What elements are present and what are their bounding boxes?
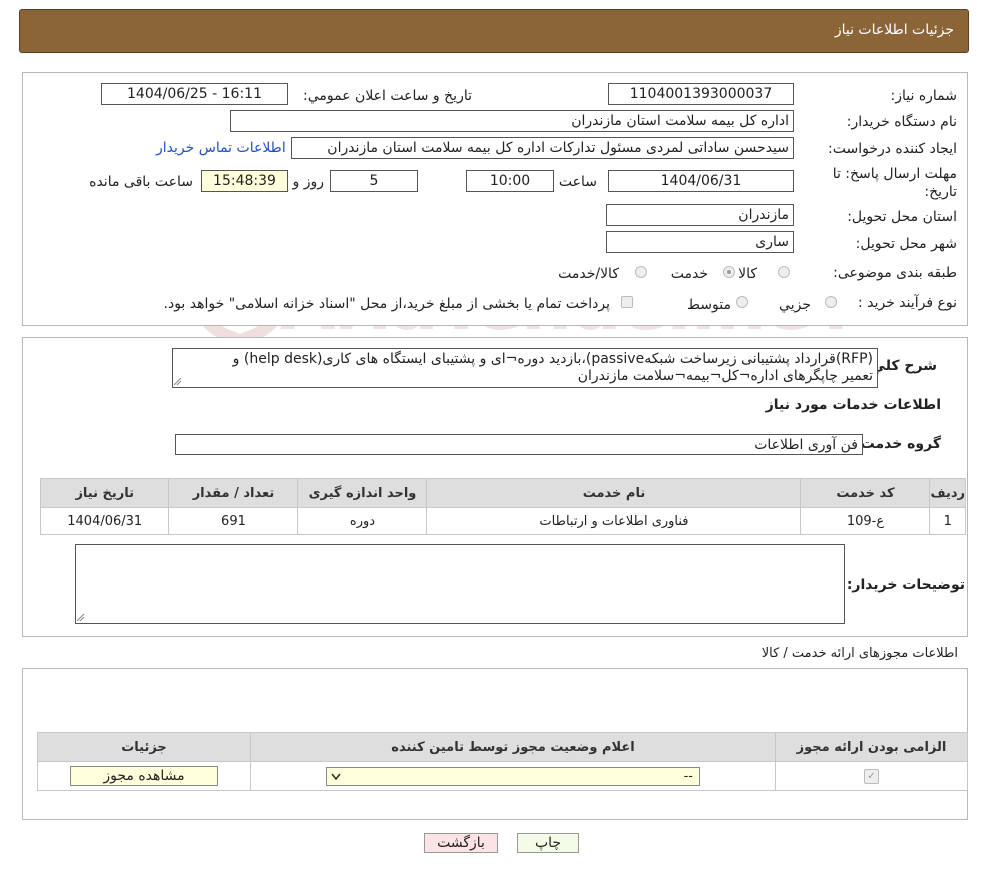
service-group-label: گروه خدمت: [855,436,941,452]
services-heading: اطلاعات خدمات مورد نیاز [765,397,941,413]
process-option-minor: جزيي [779,297,811,313]
buyer-contact-link[interactable]: اطلاعات تماس خريدار [156,140,286,156]
category-radio-goods-service[interactable] [635,266,647,278]
print-button[interactable]: چاپ [517,833,579,853]
service-group-field: فن آوری اطلاعات [175,434,863,455]
page-title: جزئیات اطلاعات نیاز [834,22,954,38]
table-row: ✓ -- مشاهده مجوز [37,761,968,791]
announce-datetime-field: 1404/06/25 - 16:11 [101,83,288,105]
category-label: طبقه بندی موضوعی: [833,265,957,281]
col-service-name: نام خدمت [426,478,802,508]
col-service-code: کد خدمت [800,478,931,508]
summary-textarea[interactable]: (RFP)قرارداد پشتیبانی زیرساخت شبکهpassiv… [172,348,878,388]
process-radio-minor[interactable] [825,296,837,308]
col-permit-required: الزامی بودن ارائه مجوز [775,732,968,762]
treasury-payment-note: پرداخت تمام یا بخشی از مبلغ خرید،از محل … [163,296,610,312]
permit-status-value: -- [683,768,693,784]
permit-required-checkbox[interactable]: ✓ [864,768,879,784]
view-permit-button[interactable]: مشاهده مجوز [70,766,218,786]
need-number-label: شماره نیاز: [890,88,958,104]
requester-field: سیدحسن ساداتی لمردی مسئول تدارکات اداره … [291,137,794,159]
permits-table: الزامی بودن ارائه مجوز اعلام وضعیت مجوز … [37,732,968,791]
category-option-goods: کالا [738,266,757,282]
deadline-date-field: 1404/06/31 [608,170,794,192]
col-permit-details: جزئیات [37,732,251,762]
general-info-panel: شماره نیاز: 1104001393000037 تاریخ و ساع… [22,72,968,326]
category-option-goods-service: کالا/خدمت [558,266,619,282]
cell-unit: دوره [297,507,428,535]
cell-row: 1 [929,507,966,535]
permits-table-header: الزامی بودن ارائه مجوز اعلام وضعیت مجوز … [37,732,968,762]
days-label: روز و [292,174,325,190]
category-radio-service[interactable] [723,266,735,278]
buyer-notes-textarea[interactable] [75,544,845,624]
col-quantity: تعداد / مقدار [168,478,299,508]
buyer-notes-label: توضیحات خریدار: [846,577,965,593]
province-label: استان محل تحویل: [847,209,957,225]
col-row: رديف [929,478,966,508]
buyer-org-field: اداره کل بیمه سلامت استان مازندران [230,110,794,132]
process-type-label: نوع فرآیند خرید : [858,295,957,311]
permits-heading: اطلاعات مجوزهای ارائه خدمت / کالا [761,646,958,661]
deadline-time-field: 10:00 [466,170,554,192]
cell-service-name: فناوری اطلاعات و ارتباطات [426,507,802,535]
table-row: 1 ع-109 فناوری اطلاعات و ارتباطات دوره 6… [39,507,966,535]
need-number-field: 1104001393000037 [608,83,794,105]
category-radio-goods[interactable] [778,266,790,278]
col-unit: واحد اندازه گیری [297,478,428,508]
treasury-payment-checkbox[interactable] [621,296,633,308]
process-radio-medium[interactable] [736,296,748,308]
announce-datetime-label: تاریخ و ساعت اعلان عمومي: [303,88,472,104]
cell-service-code: ع-109 [800,507,931,535]
process-option-medium: متوسط [687,297,731,313]
summary-line-1: (RFP)قرارداد پشتیبانی زیرساخت شبکهpassiv… [232,351,873,367]
remaining-days-field: 5 [330,170,418,192]
services-table-header: رديف کد خدمت نام خدمت واحد اندازه گیری ت… [39,478,966,508]
summary-line-2: تعمیر چاپگرهای اداره¬کل¬بیمه¬سلامت مازند… [577,368,873,384]
resize-grip-icon [174,378,182,386]
permits-panel: الزامی بودن ارائه مجوز اعلام وضعیت مجوز … [22,668,968,820]
requester-label: ایجاد کننده درخواست: [828,141,957,157]
remaining-time-label: ساعت باقی مانده [89,174,193,190]
cell-quantity: 691 [168,507,299,535]
deadline-label: مهلت ارسال پاسخ: تا تاریخ: [832,166,957,200]
province-field: مازندران [606,204,794,226]
page-header: جزئیات اطلاعات نیاز [19,9,969,53]
services-panel: شرح کلي نياز: (RFP)قرارداد پشتیبانی زیرس… [22,337,968,637]
permit-status-select[interactable]: -- [326,766,700,786]
cell-need-date: 1404/06/31 [39,507,170,535]
resize-grip-icon [77,614,85,622]
city-label: شهر محل تحویل: [855,236,957,252]
services-table: رديف کد خدمت نام خدمت واحد اندازه گیری ت… [39,478,966,535]
chevron-down-icon [331,773,341,780]
city-field: ساری [606,231,794,253]
remaining-time-field: 15:48:39 [201,170,288,192]
deadline-time-label: ساعت [558,174,597,190]
category-option-service: خدمت [670,266,708,282]
col-permit-status: اعلام وضعیت مجوز توسط تامین کننده [250,732,776,762]
buyer-org-label: نام دستگاه خريدار: [846,114,957,130]
back-button[interactable]: بازگشت [424,833,498,853]
col-need-date: تاریخ نیاز [39,478,170,508]
